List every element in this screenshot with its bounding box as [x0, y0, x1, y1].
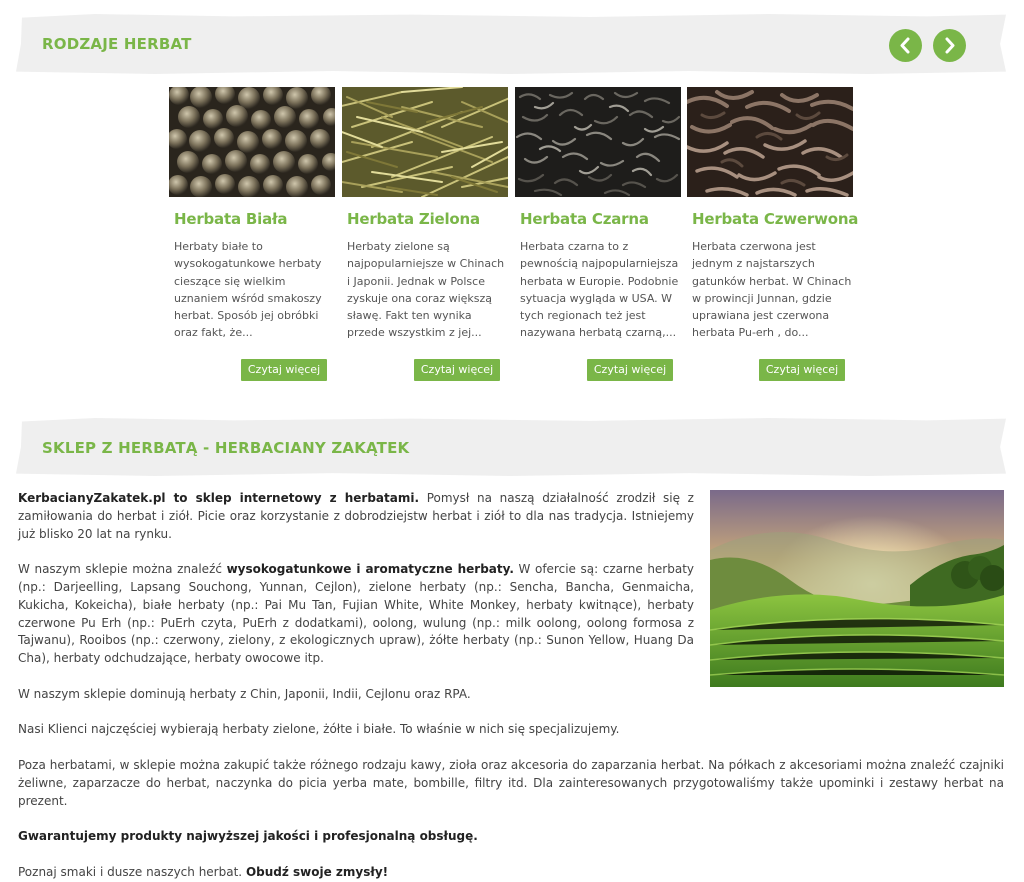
chevron-right-icon — [945, 37, 955, 54]
black-tea-image[interactable] — [515, 87, 681, 197]
carousel-prev-button[interactable] — [889, 29, 922, 62]
card-title[interactable]: Herbata Biała — [174, 210, 287, 228]
article-strong: KerbacianyZakatek.pl to sklep internetow… — [18, 491, 420, 505]
section-title-tea-types: RODZAJE HERBAT — [42, 35, 192, 53]
card-title[interactable]: Herbata Czarna — [520, 210, 649, 228]
card-description: Herbata czarna to z pewnością najpopular… — [520, 240, 679, 340]
tea-card-red: Herbata Czwerwona Herbata czerwona jest … — [687, 87, 858, 387]
article-strong: Obudź swoje zmysły! — [245, 864, 389, 879]
card-title[interactable]: Herbata Zielona — [347, 210, 480, 228]
article-text: W ofercie są: czarne herbaty (np.: Darje… — [18, 562, 695, 666]
article-strong: Gwarantujemy produkty najwyższej jakości… — [18, 829, 478, 844]
card-description: Herbata czerwona jest jednym z najstarsz… — [692, 240, 852, 340]
article-paragraph: Nasi Klienci najczęściej wybierają herba… — [18, 722, 620, 737]
article-strong: wysokogatunkowe i aromatyczne herbaty. — [226, 562, 514, 577]
tea-plantation-image — [710, 490, 1004, 687]
read-more-button[interactable]: Czytaj więcej — [241, 359, 327, 381]
article-paragraph: Gwarantujemy produkty najwyższej jakości… — [18, 828, 1004, 846]
read-more-button[interactable]: Czytaj więcej — [759, 359, 845, 381]
read-more-button[interactable]: Czytaj więcej — [414, 359, 500, 381]
tea-card-white: Herbata Biała Herbaty białe to wysokogat… — [169, 87, 335, 387]
article-paragraph: W naszym sklepie dominują herbaty z Chin… — [18, 686, 471, 701]
card-title[interactable]: Herbata Czwerwona — [692, 210, 858, 228]
tea-card-black: Herbata Czarna Herbata czarna to z pewno… — [515, 87, 681, 387]
red-tea-image[interactable] — [687, 87, 853, 197]
card-description: Herbaty białe to wysokogatunkowe herbaty… — [174, 240, 322, 340]
card-description: Herbaty zielone są najpopularniejsze w C… — [347, 240, 505, 340]
chevron-left-icon — [900, 37, 910, 54]
section-title-shop: SKLEP Z HERBATĄ - HERBACIANY ZAKĄTEK — [42, 439, 410, 457]
article-paragraph: Poznaj smaki i dusze naszych herbat. Obu… — [18, 864, 1004, 882]
white-tea-image[interactable] — [169, 87, 335, 197]
shop-description: KerbacianyZakatek.pl to sklep internetow… — [18, 490, 1004, 882]
article-text: W naszym sklepie można znaleźć — [18, 562, 227, 577]
article-paragraph: Poza herbatami, w sklepie można zakupić … — [18, 757, 1004, 808]
tea-card-green: Herbata Zielona Herbaty zielone są najpo… — [342, 87, 508, 387]
carousel-next-button[interactable] — [933, 29, 966, 62]
article-text: Poznaj smaki i dusze naszych herbat. — [18, 864, 246, 879]
green-tea-image[interactable] — [342, 87, 508, 197]
read-more-button[interactable]: Czytaj więcej — [587, 359, 673, 381]
